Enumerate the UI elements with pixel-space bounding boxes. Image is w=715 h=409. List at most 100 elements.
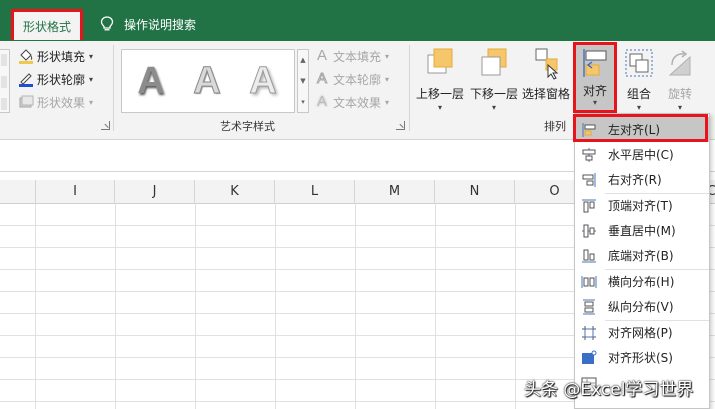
menu-item-align-left[interactable]: 左对齐(L) [575,117,709,142]
gallery-more-icon[interactable]: ▾ [298,92,308,113]
menu-item-align-bottom[interactable]: 底端对齐(B) [575,243,709,268]
text-fill-label: 文本填充 [333,49,382,64]
send-backward-button[interactable]: 下移一层 ▾ [470,45,518,112]
menu-item-label: 垂直居中(M) [608,224,676,238]
text-effects-button[interactable]: A 文本效果 ▾ [314,92,389,112]
menu-item-snap-grid[interactable]: 对齐网格(P) [575,320,709,345]
send-backward-icon [478,45,510,81]
distribute-vertical-icon [581,299,597,315]
group-objects-icon [623,45,655,81]
rotate-button[interactable]: 旋转 ▾ [664,45,696,112]
align-button[interactable]: 对齐 ▾ [573,42,617,113]
wordart-style-1[interactable]: A [126,53,176,109]
align-label: 对齐 [582,84,607,98]
menu-item-align-middle[interactable]: 垂直居中(M) [575,218,709,243]
column-header-j[interactable]: J [115,180,195,204]
wordart-style-3[interactable]: A [238,53,288,109]
text-outline-icon: A [316,70,327,87]
wordart-gallery-scroll[interactable]: ▲ ▼ ▾ [297,49,309,113]
menu-item-label: 左对齐(L) [608,123,661,137]
selection-pane-label: 选择窗格 [522,87,571,101]
menu-item-align-top[interactable]: 顶端对齐(T) [575,193,709,218]
chevron-down-icon: ▾ [89,74,94,84]
group-separator [409,45,410,131]
menu-item-distribute-vertical[interactable]: 纵向分布(V) [575,294,709,319]
scroll-down-icon[interactable]: ▼ [298,71,308,92]
wordart-group-label: 艺术字样式 [220,120,275,133]
text-effects-icon: A [316,93,327,110]
column-header-m[interactable]: M [355,180,435,204]
distribute-horizontal-icon [581,274,597,290]
scroll-up-icon[interactable]: ▲ [298,50,308,71]
column-header-i[interactable]: I [35,180,115,204]
chevron-down-icon: ▾ [492,103,497,112]
send-backward-label: 下移一层 [470,87,519,101]
text-outline-button[interactable]: A 文本轮廓 ▾ [314,69,389,89]
wordart-dialog-launcher[interactable] [396,121,405,130]
ribbon-tab-bar: 形状格式 操作说明搜索 [0,0,715,41]
group-button[interactable]: 组合 ▾ [623,45,655,112]
shape-effects-button[interactable]: 形状效果 ▾ [18,92,93,112]
group-label: 组合 [626,87,651,101]
paint-bucket-icon [18,48,34,64]
rotate-icon [664,45,696,81]
rotate-label: 旋转 [667,87,692,101]
column-header-l[interactable]: L [275,180,355,204]
align-top-icon [581,198,597,214]
align-middle-icon [581,223,597,239]
column-header-k[interactable]: K [195,180,275,204]
menu-item-label: 对齐形状(S) [608,351,673,365]
menu-item-align-right[interactable]: 右对齐(R) [575,167,709,192]
align-dropdown-menu: 左对齐(L) 水平居中(C) 右对齐(R) 顶端对齐(T) 垂直居中(M) 底端… [574,113,710,409]
chevron-down-icon: ▾ [438,103,443,112]
chevron-down-icon: ▾ [592,98,597,107]
align-bottom-icon [581,248,597,264]
chevron-down-icon: ▾ [385,74,390,84]
snap-grid-icon [581,325,597,341]
shape-outline-label: 形状轮廓 [37,72,86,87]
chevron-down-icon: ▾ [636,103,641,112]
menu-item-snap-shape[interactable]: 对齐形状(S) [575,345,709,370]
menu-item-label: 底端对齐(B) [608,249,674,263]
shape-fill-button[interactable]: 形状填充 ▾ [18,46,93,66]
chevron-down-icon: ▾ [385,51,390,61]
chevron-down-icon: ▾ [677,103,682,112]
menu-item-align-center[interactable]: 水平居中(C) [575,142,709,167]
shape-style-gallery-edge[interactable] [0,49,10,113]
tell-me-label: 操作说明搜索 [124,17,197,32]
text-outline-label: 文本轮廓 [333,72,382,87]
align-right-icon [581,172,597,188]
shape-styles-dialog-launcher[interactable] [101,121,110,130]
tell-me-search[interactable]: 操作说明搜索 [100,12,196,36]
chevron-down-icon: ▾ [385,97,390,107]
selection-pane-icon [530,45,562,81]
text-fill-icon: A [316,47,327,64]
arrange-group-label: 排列 [544,120,566,133]
shape-effects-label: 形状效果 [37,95,86,110]
wordart-style-gallery: A A A [121,49,295,113]
text-effects-label: 文本效果 [333,95,382,110]
bring-forward-label: 上移一层 [416,87,465,101]
menu-item-label: 水平居中(C) [608,148,674,162]
pen-outline-icon [18,71,34,87]
menu-item-label: 纵向分布(V) [608,300,674,314]
wordart-style-2[interactable]: A [182,53,232,109]
bring-forward-button[interactable]: 上移一层 ▾ [416,45,464,112]
menu-item-label: 右对齐(R) [608,173,662,187]
chevron-down-icon: ▾ [89,51,94,61]
watermark: 头条 @Excel学习世界 [524,380,694,400]
selection-pane-button[interactable]: 选择窗格 [522,45,570,102]
align-icon [581,48,611,78]
text-fill-button[interactable]: A 文本填充 ▾ [314,46,389,66]
menu-item-label: 横向分布(H) [608,275,675,289]
tab-shape-format[interactable]: 形状格式 [11,9,83,40]
shape-outline-button[interactable]: 形状轮廓 ▾ [18,69,93,89]
group-separator [113,45,114,131]
shape-effects-icon [18,94,34,110]
chevron-down-icon: ▾ [89,97,94,107]
menu-item-label: 对齐网格(P) [608,326,673,340]
menu-item-distribute-horizontal[interactable]: 横向分布(H) [575,269,709,294]
menu-item-label: 顶端对齐(T) [608,199,673,213]
column-header-n[interactable]: N [435,180,515,204]
shape-fill-label: 形状填充 [37,49,86,64]
